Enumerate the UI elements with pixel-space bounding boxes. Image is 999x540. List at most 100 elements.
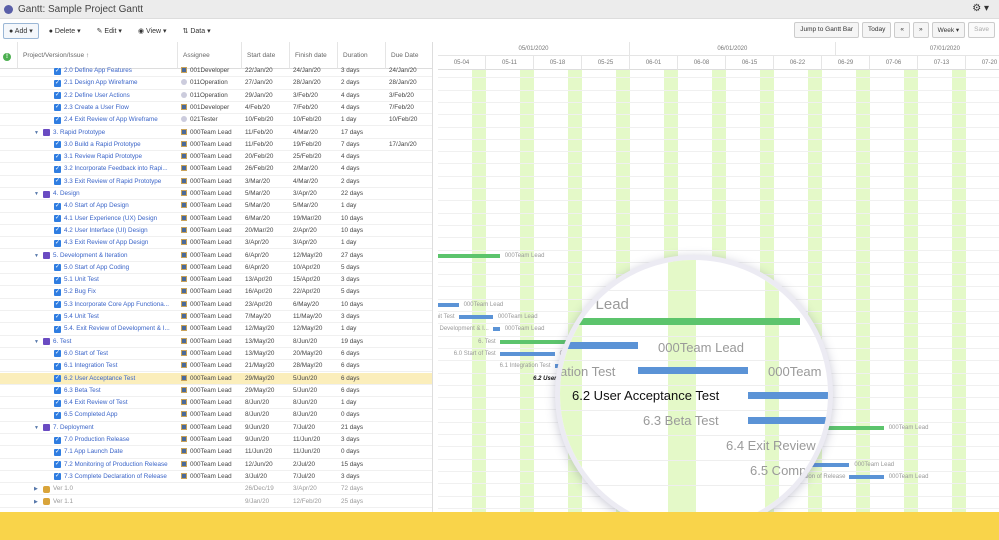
task-bar[interactable] <box>458 315 493 319</box>
checkbox-icon[interactable]: ✓ <box>54 116 61 124</box>
group-bar[interactable] <box>438 253 500 258</box>
issue-name[interactable]: 2.3 Create a User Flow <box>64 102 178 114</box>
checkbox-icon[interactable]: ✓ <box>54 325 61 333</box>
issue-name[interactable]: 6.5 Completed App <box>64 409 178 421</box>
table-row[interactable]: ✓ 3.2 Incorporate Feedback into Rapi... 00… <box>0 163 432 176</box>
group-name[interactable]: 3. Rapid Prototype <box>53 127 178 139</box>
delete-button[interactable]: ● Delete ▾ <box>43 23 87 39</box>
checkbox-icon[interactable]: ✓ <box>54 448 61 456</box>
issue-name[interactable]: 3.1 Review Rapid Prototype <box>64 151 178 163</box>
table-row[interactable]: ✓ 5.2 Bug Fix 000Team Lead 16/Apr/20 22/Apr/… <box>0 286 432 299</box>
issue-name[interactable]: 5.4. Exit Review of Development & I... <box>64 323 178 335</box>
view-button[interactable]: ◉ View ▾ <box>132 23 173 39</box>
checkbox-icon[interactable]: ✓ <box>54 264 61 272</box>
checkbox-icon[interactable]: ✓ <box>54 411 61 419</box>
task-bar[interactable] <box>438 302 459 307</box>
issue-name[interactable]: 4.0 Start of App Design <box>64 200 178 212</box>
caret-right-icon[interactable]: ▶ <box>34 496 38 508</box>
table-row[interactable]: ✓ 2.0 Define App Features 001Developer 22/J… <box>0 65 432 78</box>
checkbox-icon[interactable]: ✓ <box>54 362 61 370</box>
caret-down-icon[interactable]: ▼ <box>34 127 39 139</box>
issue-name[interactable]: 6.1 Integration Test <box>64 360 178 372</box>
table-row[interactable]: ✓ 6.3 Beta Test 000Team Lead 29/May/20 5/Jun… <box>0 385 432 398</box>
today-button[interactable]: Today <box>861 22 892 38</box>
table-row[interactable]: ✓ 3.3 Exit Review of Rapid Prototype 000Te… <box>0 176 432 188</box>
issue-name[interactable]: 6.0 Start of Test <box>64 348 178 360</box>
issue-name[interactable]: 5.2 Bug Fix <box>64 286 178 298</box>
table-row[interactable]: ✓ 2.3 Create a User Flow 001Developer 4/Feb… <box>0 102 432 115</box>
table-row[interactable]: ✓ 4.0 Start of App Design 000Team Lead 5/Ma… <box>0 200 432 213</box>
table-row[interactable]: ✓ 6.1 Integration Test 000Team Lead 21/May/… <box>0 360 432 373</box>
table-row[interactable]: ✓ 7.2 Monitoring of Production Release 000… <box>0 459 432 471</box>
table-row[interactable]: ✓ 6.5 Completed App 000Team Lead 8/Jun/20 8/… <box>0 409 432 422</box>
issue-name[interactable]: 5.3 Incorporate Core App Functiona... <box>64 299 178 311</box>
checkbox-icon[interactable]: ✓ <box>54 104 61 112</box>
issue-name[interactable]: 3.2 Incorporate Feedback into Rapi... <box>64 163 178 175</box>
caret-down-icon[interactable]: ▼ <box>34 188 39 200</box>
checkbox-icon[interactable]: ✓ <box>54 288 61 296</box>
issue-name[interactable]: 4.2 User Interface (UI) Design <box>64 225 178 237</box>
checkbox-icon[interactable]: ✓ <box>54 301 61 309</box>
table-row[interactable]: ✓ 6.2 User Acceptance Test 000Team Lead 29/… <box>0 372 432 385</box>
issue-name[interactable]: 3.3 Exit Review of Rapid Prototype <box>64 176 178 188</box>
checkbox-icon[interactable]: ✓ <box>54 239 61 247</box>
checkbox-icon[interactable]: ✓ <box>54 79 61 87</box>
checkbox-icon[interactable]: ✓ <box>54 215 61 223</box>
issue-name[interactable]: 4.1 User Experience (UX) Design <box>64 213 178 225</box>
issue-name[interactable]: 6.4 Exit Review of Test <box>64 397 178 409</box>
next-button[interactable]: » <box>912 22 929 38</box>
checkbox-icon[interactable]: ✓ <box>54 461 61 469</box>
edit-button[interactable]: ✎ Edit ▾ <box>91 23 128 39</box>
table-row[interactable]: ✓ 5.4 Unit Test 000Team Lead 7/May/20 11/May… <box>0 311 432 324</box>
task-bar[interactable] <box>849 474 884 479</box>
checkbox-icon[interactable]: ✓ <box>54 473 61 481</box>
table-row[interactable]: ▶ Ver 1.1 9/Jan/20 12/Feb/20 25 days <box>0 496 432 508</box>
checkbox-icon[interactable]: ✓ <box>54 387 61 395</box>
group-name[interactable]: 6. Test <box>53 336 178 348</box>
checkbox-icon[interactable]: ✓ <box>54 178 61 186</box>
issue-name[interactable]: 6.3 Beta Test <box>64 385 178 397</box>
checkbox-icon[interactable]: ✓ <box>54 436 61 444</box>
checkbox-icon[interactable]: ✓ <box>54 67 61 75</box>
table-row[interactable]: ✓ 6.0 Start of Test 000Team Lead 13/May/20 2… <box>0 348 432 361</box>
issue-name[interactable]: 7.1 App Launch Date <box>64 446 178 458</box>
version-name[interactable]: Ver 1.0 <box>53 483 178 495</box>
issue-name[interactable]: 7.0 Production Release <box>64 434 178 446</box>
group-name[interactable]: 5. Development & Iteration <box>53 250 178 262</box>
issue-name[interactable]: 2.0 Define App Features <box>64 65 178 77</box>
add-button[interactable]: ● Add ▾ <box>3 22 39 39</box>
caret-down-icon[interactable]: ▼ <box>34 422 39 434</box>
checkbox-icon[interactable]: ✓ <box>54 153 61 161</box>
task-bar[interactable] <box>492 327 500 332</box>
issue-name[interactable]: 2.2 Define User Actions <box>64 90 178 102</box>
previous-button[interactable]: « <box>894 22 910 38</box>
caret-down-icon[interactable]: ▼ <box>34 250 39 262</box>
table-row[interactable]: ✓ 5.1 Unit Test 000Team Lead 13/Apr/20 15/Ap… <box>0 274 432 287</box>
checkbox-icon[interactable]: ✓ <box>54 276 61 284</box>
table-row[interactable]: ✓ 3.1 Review Rapid Prototype 000Team Lead 2… <box>0 151 432 164</box>
issue-name[interactable]: 6.2 User Acceptance Test <box>64 373 178 385</box>
table-row[interactable]: ✓ 5.0 Start of App Coding 000Team Lead 6/Ap… <box>0 262 432 275</box>
checkbox-icon[interactable]: ✓ <box>54 141 61 149</box>
table-row[interactable]: ✓ 7.3 Complete Declaration of Release 000T… <box>0 471 432 484</box>
gear-icon[interactable]: ⚙ ▾ <box>972 3 989 14</box>
checkbox-icon[interactable]: ✓ <box>54 92 61 100</box>
table-row[interactable]: ▼ 4. Design 000Team Lead 5/Mar/20 3/Apr/20 22… <box>0 188 432 201</box>
task-bar[interactable] <box>499 351 555 356</box>
issue-name[interactable]: 2.4 Exit Review of App Wireframe <box>64 114 178 126</box>
table-row[interactable]: ✓ 4.3 Exit Review of App Design 000Team Le… <box>0 237 432 250</box>
table-row[interactable]: ✓ 2.4 Exit Review of App Wireframe 021Test… <box>0 114 432 127</box>
table-row[interactable]: ✓ 5.4. Exit Review of Development & I... 0… <box>0 323 432 336</box>
checkbox-icon[interactable]: ✓ <box>54 227 61 235</box>
issue-name[interactable]: 7.3 Complete Declaration of Release <box>64 471 178 483</box>
table-row[interactable]: ✓ 6.4 Exit Review of Test 000Team Lead 8/Ju… <box>0 397 432 410</box>
issue-name[interactable]: 7.2 Monitoring of Production Release <box>64 459 178 471</box>
table-row[interactable]: ✓ 4.2 User Interface (UI) Design 000Team L… <box>0 225 432 238</box>
table-row[interactable]: ✓ 5.3 Incorporate Core App Functiona... 00… <box>0 299 432 311</box>
checkbox-icon[interactable]: ✓ <box>54 165 61 173</box>
checkbox-icon[interactable]: ✓ <box>54 313 61 321</box>
table-row[interactable]: ✓ 3.0 Build a Rapid Prototype 000Team Lead… <box>0 139 432 152</box>
checkbox-icon[interactable]: ✓ <box>54 375 61 382</box>
jump-to-gantt-bar-button[interactable]: Jump to Gantt Bar <box>794 22 859 38</box>
checkbox-icon[interactable]: ✓ <box>54 399 61 407</box>
